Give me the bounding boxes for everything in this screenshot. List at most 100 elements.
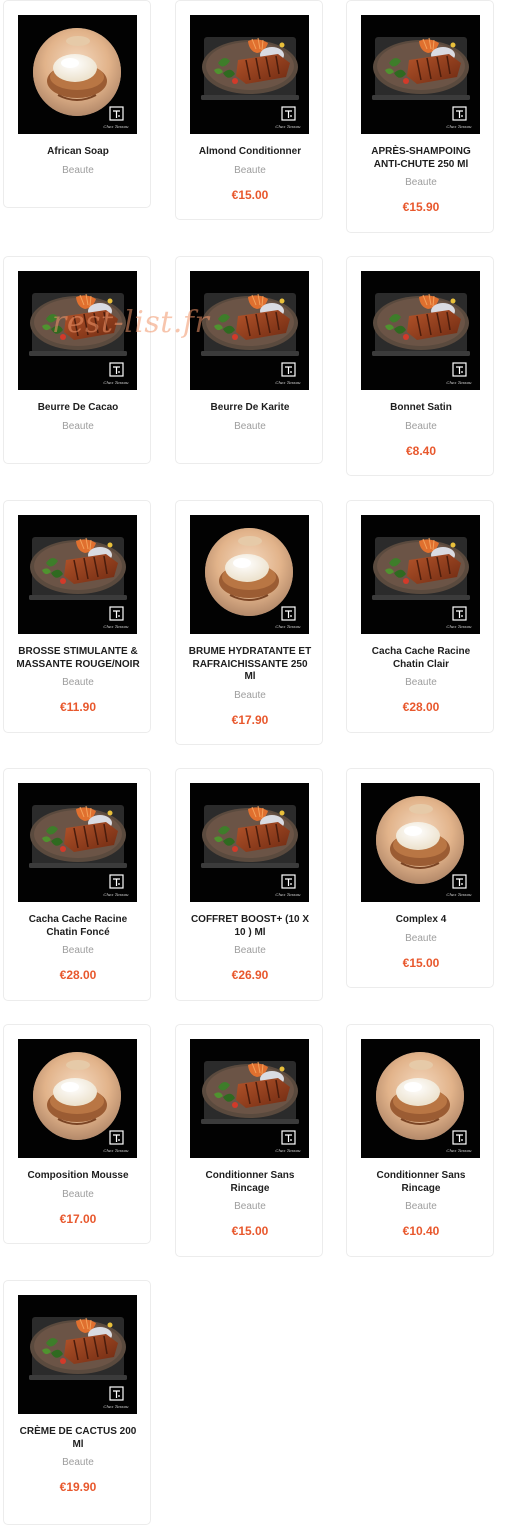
product-title[interactable]: Conditionner Sans Rincage [186, 1170, 314, 1195]
product-title[interactable]: Beurre De Cacao [14, 402, 142, 415]
product-title[interactable]: Complex 4 [357, 914, 485, 927]
product-photo [361, 271, 480, 390]
product-card-5[interactable]: Beurre De Karite Beaute [175, 256, 323, 464]
product-title[interactable]: Cacha Cache Racine Chatin Clair [357, 646, 485, 671]
product-card-14[interactable]: Conditionner Sans Rincage Beaute €15.00 [175, 1024, 323, 1257]
product-image-steak-plate[interactable] [361, 15, 480, 134]
product-card-16[interactable]: CRÈME DE CACTUS 200 Ml Beaute €19.90 [3, 1280, 151, 1525]
product-card-15[interactable]: Conditionner Sans Rincage Beaute €10.40 [346, 1024, 494, 1257]
product-title[interactable]: African Soap [14, 146, 142, 159]
product-category: Beaute [405, 677, 437, 688]
product-price: €28.00 [59, 968, 97, 982]
product-price: €15.00 [402, 955, 440, 970]
product-image-steak-plate[interactable] [18, 783, 137, 902]
product-category: Beaute [405, 1201, 437, 1212]
product-price: €17.00 [59, 1211, 97, 1226]
product-info: Complex 4 Beaute €15.00 [347, 914, 495, 970]
product-card-11[interactable]: COFFRET BOOST+ (10 X 10 ) Ml Beaute €26.… [175, 768, 323, 1001]
product-photo [361, 15, 480, 134]
product-image-steak-plate[interactable] [18, 515, 137, 634]
product-image-steak-plate[interactable] [190, 15, 309, 134]
product-image-steak-plate[interactable] [18, 1295, 137, 1414]
product-photo [18, 515, 137, 634]
product-title[interactable]: Composition Mousse [14, 1170, 142, 1183]
product-image-steak-plate[interactable] [361, 515, 480, 634]
product-info: Cacha Cache Racine Chatin Clair Beaute €… [347, 646, 495, 714]
product-image-cream-bowl[interactable] [190, 515, 309, 634]
product-category: Beaute [405, 177, 437, 188]
product-info: APRÈS-SHAMPOING ANTI-CHUTE 250 Ml Beaute… [347, 146, 495, 214]
product-photo [190, 1039, 309, 1158]
product-title[interactable]: Cacha Cache Racine Chatin Foncé [14, 914, 142, 939]
product-photo [190, 515, 309, 634]
product-title[interactable]: COFFRET BOOST+ (10 X 10 ) Ml [186, 914, 314, 939]
product-title[interactable]: BROSSE STIMULANTE & MASSANTE ROUGE/NOIR [14, 646, 142, 671]
product-photo [18, 783, 137, 902]
product-card-2[interactable]: Almond Conditionner Beaute €15.00 [175, 0, 323, 220]
product-category: Beaute [62, 1188, 94, 1200]
product-photo [190, 15, 309, 134]
product-card-7[interactable]: BROSSE STIMULANTE & MASSANTE ROUGE/NOIR … [3, 500, 151, 733]
product-title[interactable]: Bonnet Satin [357, 402, 485, 415]
product-category: Beaute [62, 1457, 94, 1468]
product-image-steak-plate[interactable] [190, 271, 309, 390]
product-category: Beaute [234, 1201, 266, 1212]
product-card-4[interactable]: Beurre De Cacao Beaute [3, 256, 151, 464]
product-info: COFFRET BOOST+ (10 X 10 ) Ml Beaute €26.… [176, 914, 324, 982]
product-info: CRÈME DE CACTUS 200 Ml Beaute €19.90 [4, 1426, 152, 1494]
product-photo [18, 15, 137, 134]
product-image-cream-bowl[interactable] [18, 15, 137, 134]
product-image-cream-bowl[interactable] [18, 1039, 137, 1158]
product-category: Beaute [405, 420, 437, 432]
product-title[interactable]: APRÈS-SHAMPOING ANTI-CHUTE 250 Ml [357, 146, 485, 171]
product-info: Beurre De Cacao Beaute [4, 402, 152, 433]
product-title[interactable]: Conditionner Sans Rincage [357, 1170, 485, 1195]
product-category: Beaute [234, 945, 266, 956]
product-price: €26.90 [231, 968, 269, 982]
product-info: Cacha Cache Racine Chatin Foncé Beaute €… [4, 914, 152, 982]
product-photo [18, 1039, 137, 1158]
product-price: €28.00 [402, 700, 440, 714]
product-image-cream-bowl[interactable] [361, 783, 480, 902]
product-info: African Soap Beaute [4, 146, 152, 177]
product-price: €15.90 [402, 200, 440, 214]
product-card-8[interactable]: BRUME HYDRATANTE ET RAFRAICHISSANTE 250 … [175, 500, 323, 745]
product-category: Beaute [62, 677, 94, 688]
product-price: €17.90 [231, 712, 269, 727]
product-card-10[interactable]: Cacha Cache Racine Chatin Foncé Beaute €… [3, 768, 151, 1001]
product-category: Beaute [234, 689, 266, 701]
product-category: Beaute [405, 932, 437, 944]
product-photo [361, 783, 480, 902]
product-photo [18, 1295, 137, 1414]
product-photo [18, 271, 137, 390]
product-info: Composition Mousse Beaute €17.00 [4, 1170, 152, 1226]
product-price: €15.00 [231, 1224, 269, 1238]
product-title[interactable]: Beurre De Karite [186, 402, 314, 415]
product-image-steak-plate[interactable] [18, 271, 137, 390]
product-image-steak-plate[interactable] [361, 271, 480, 390]
product-image-steak-plate[interactable] [190, 1039, 309, 1158]
product-price: €11.90 [59, 700, 97, 714]
product-card-12[interactable]: Complex 4 Beaute €15.00 [346, 768, 494, 988]
product-grid: African Soap Beaute Almond Conditionner … [0, 0, 514, 1525]
product-price: €8.40 [405, 443, 437, 458]
product-info: Beurre De Karite Beaute [176, 402, 324, 433]
product-card-3[interactable]: APRÈS-SHAMPOING ANTI-CHUTE 250 Ml Beaute… [346, 0, 494, 233]
product-title[interactable]: Almond Conditionner [186, 146, 314, 159]
product-category: Beaute [62, 164, 94, 176]
product-card-9[interactable]: Cacha Cache Racine Chatin Clair Beaute €… [346, 500, 494, 733]
product-title[interactable]: BRUME HYDRATANTE ET RAFRAICHISSANTE 250 … [186, 646, 314, 684]
product-info: BRUME HYDRATANTE ET RAFRAICHISSANTE 250 … [176, 646, 324, 727]
product-photo [361, 515, 480, 634]
product-image-steak-plate[interactable] [190, 783, 309, 902]
product-card-6[interactable]: Bonnet Satin Beaute €8.40 [346, 256, 494, 476]
product-price: €15.00 [231, 187, 269, 202]
product-card-1[interactable]: African Soap Beaute [3, 0, 151, 208]
product-category: Beaute [234, 164, 266, 176]
product-category: Beaute [62, 420, 94, 432]
product-price: €10.40 [402, 1224, 440, 1238]
product-image-cream-bowl[interactable] [361, 1039, 480, 1158]
product-card-13[interactable]: Composition Mousse Beaute €17.00 [3, 1024, 151, 1244]
product-price: €19.90 [59, 1480, 97, 1494]
product-title[interactable]: CRÈME DE CACTUS 200 Ml [14, 1426, 142, 1451]
